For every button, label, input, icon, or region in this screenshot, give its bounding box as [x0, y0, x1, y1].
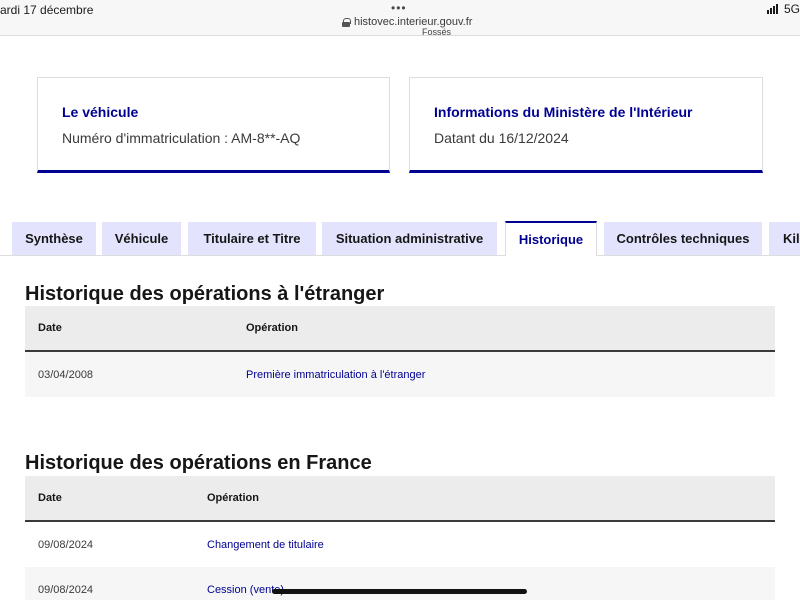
signal-icon — [766, 4, 778, 14]
url-text: histovec.interieur.gouv.fr — [354, 16, 473, 28]
column-header-date: Date — [38, 322, 62, 334]
status-date: ardi 17 décembre — [0, 3, 94, 17]
row-operation: Changement de titulaire — [207, 539, 324, 551]
vehicle-card-title: Le véhicule — [62, 104, 139, 120]
vehicle-card: Le véhicule Numéro d'immatriculation : A… — [37, 77, 390, 173]
row-date: 09/08/2024 — [38, 539, 94, 551]
status-bar: ardi 17 décembre ••• histovec.interieur.… — [0, 0, 800, 37]
column-header-date: Date — [38, 492, 62, 504]
more-dots-icon[interactable]: ••• — [391, 1, 407, 15]
tab-vehicule[interactable]: Véhicule — [102, 222, 181, 255]
column-header-operation: Opération — [246, 322, 298, 334]
france-history-table: Date Opération 09/08/2024 Changement de … — [25, 476, 775, 600]
registration-number: Numéro d'immatriculation : AM-8**-AQ — [62, 130, 301, 146]
home-indicator[interactable] — [272, 589, 527, 594]
table-header: Date Opération — [25, 306, 775, 352]
table-row: 09/08/2024 Cession (vente) — [25, 567, 775, 600]
tab-titulaire-et-titre[interactable]: Titulaire et Titre — [188, 222, 316, 255]
lock-icon — [342, 17, 351, 27]
table-header: Date Opération — [25, 476, 775, 522]
column-header-operation: Opération — [207, 492, 259, 504]
tab-controles-techniques[interactable]: Contrôles techniques — [604, 222, 762, 255]
peek-text: Fossés — [422, 27, 452, 37]
ministry-date: Datant du 16/12/2024 — [434, 130, 569, 146]
tab-historique[interactable]: Historique — [505, 221, 597, 256]
tab-synthese[interactable]: Synthèse — [12, 222, 96, 255]
table-row: 09/08/2024 Changement de titulaire — [25, 522, 775, 567]
table-row: 03/04/2008 Première immatriculation à l'… — [25, 352, 775, 397]
ministry-card-title: Informations du Ministère de l'Intérieur — [434, 104, 693, 120]
tab-situation-administrative[interactable]: Situation administrative — [322, 222, 497, 255]
foreign-history-table: Date Opération 03/04/2008 Première immat… — [25, 306, 775, 397]
tab-bar: Synthèse Véhicule Titulaire et Titre Sit… — [0, 221, 800, 256]
row-date: 03/04/2008 — [38, 369, 94, 381]
tab-kilometrage[interactable]: Kilo — [769, 222, 800, 255]
status-indicators: 5G — [766, 2, 800, 16]
ministry-card: Informations du Ministère de l'Intérieur… — [409, 77, 763, 173]
network-label: 5G — [783, 2, 800, 16]
france-history-title: Historique des opérations en France — [25, 452, 372, 474]
foreign-history-title: Historique des opérations à l'étranger — [25, 283, 385, 305]
address-bar[interactable]: histovec.interieur.gouv.fr — [342, 16, 472, 28]
row-operation: Première immatriculation à l'étranger — [246, 369, 426, 381]
row-date: 09/08/2024 — [38, 584, 94, 596]
